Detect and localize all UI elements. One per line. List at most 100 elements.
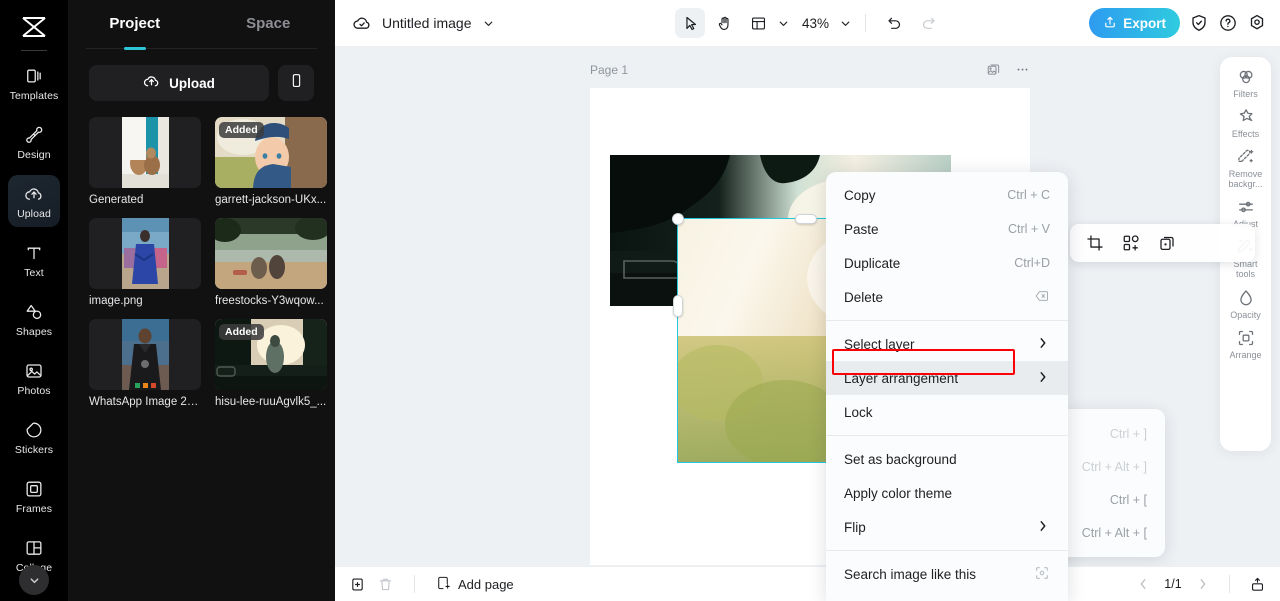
text-icon [24, 242, 44, 264]
cloud-saved-icon[interactable] [352, 13, 372, 33]
panel-tab-space[interactable]: Space [202, 0, 336, 48]
submenu-item-shortcut: Ctrl + Alt + ] [1081, 459, 1147, 474]
context-menu-item-copy[interactable]: Copy Ctrl + C [826, 178, 1068, 212]
context-menu-item-lock[interactable]: Lock [826, 395, 1068, 429]
duplicate-page-icon[interactable] [349, 576, 366, 593]
topbar-center-group: 43% [675, 8, 943, 38]
document-title[interactable]: Untitled image [382, 15, 472, 31]
upload-from-phone-button[interactable] [278, 65, 314, 101]
help-question-circle-icon[interactable] [1218, 13, 1238, 33]
document-title-chevron-down-icon[interactable] [482, 17, 495, 30]
left-icon-rail: Templates Design Upload Text Shapes Photos Sti… [0, 0, 68, 601]
right-tool-removebackgr[interactable]: Remove backgr... [1220, 147, 1271, 189]
asset-item[interactable]: WhatsApp Image 20... [89, 319, 201, 408]
asset-item[interactable]: Added garrett-jackson-UKx... [215, 117, 327, 206]
asset-thumbnail[interactable]: Added [215, 319, 327, 390]
rail-item-label: Stickers [14, 443, 54, 456]
asset-item[interactable]: Generated [89, 117, 201, 206]
crop-icon[interactable] [1086, 234, 1104, 252]
rail-item-label: Design [17, 148, 51, 161]
export-button-label: Export [1123, 15, 1166, 31]
capcut-logo-icon[interactable] [17, 14, 51, 40]
export-button[interactable]: Export [1089, 8, 1180, 38]
context-menu-item-paste[interactable]: Paste Ctrl + V [826, 212, 1068, 246]
rail-item-stickers[interactable]: Stickers [8, 411, 60, 463]
add-page-icon [435, 575, 451, 594]
context-menu-item-label: Duplicate [844, 255, 901, 271]
zoom-level[interactable]: 43% [802, 16, 829, 31]
right-tool-opacity[interactable]: Opacity [1220, 288, 1271, 320]
context-menu-item-layer-arrangement[interactable]: Layer arrangement [826, 349, 1068, 395]
rail-item-photos[interactable]: Photos [8, 352, 60, 404]
rail-item-shapes[interactable]: Shapes [8, 293, 60, 345]
select-tool-button[interactable] [675, 8, 705, 38]
canvas-area[interactable]: Page 1 Ctrl +] Ctrl + Alt +] Ctrl + [… [335, 47, 1280, 566]
context-menu-item-duplicate[interactable]: Duplicate Ctrl+D [826, 246, 1068, 280]
right-tool-filters[interactable]: Filters [1220, 67, 1271, 99]
asset-thumbnail[interactable]: Added [215, 117, 327, 188]
asset-item[interactable]: image.png [89, 218, 201, 307]
context-menu-item-select-layer[interactable]: Select layer [826, 327, 1068, 361]
mobile-phone-icon [289, 73, 304, 93]
duplicate-image-icon[interactable] [986, 62, 1001, 77]
cutout-shapes-icon[interactable] [1122, 234, 1140, 252]
rail-item-list: Templates Design Upload Text Shapes Photos Sti… [0, 57, 68, 588]
page-label: Page 1 [590, 62, 629, 77]
asset-thumbnail[interactable] [215, 218, 327, 289]
right-tool-label: Filters [1233, 89, 1258, 99]
bottombar-right-group: 1/1 [1136, 575, 1266, 593]
context-menu-item-label: Lock [844, 404, 873, 420]
context-menu-item-set-as-background[interactable]: Set as background [826, 442, 1068, 476]
effects-star-icon [1236, 107, 1256, 127]
settings-gear-icon[interactable] [1247, 13, 1267, 33]
next-page-chevron-right-icon[interactable] [1196, 577, 1210, 591]
context-menu-item-label: Set as background [844, 451, 957, 467]
rail-item-templates[interactable]: Templates [8, 57, 60, 109]
undo-arrow-icon[interactable] [879, 8, 909, 38]
adjust-sliders-icon [1236, 197, 1256, 217]
asset-thumbnail[interactable] [89, 319, 201, 390]
right-tool-arrange[interactable]: Arrange [1220, 328, 1271, 360]
prev-page-chevron-left-icon[interactable] [1136, 577, 1150, 591]
zoom-chevron-down-icon[interactable] [839, 17, 852, 30]
layout-chevron-down-icon[interactable] [777, 17, 790, 30]
add-page-button[interactable]: Add page [435, 575, 514, 594]
rail-item-text[interactable]: Text [8, 234, 60, 286]
context-menu-item-apply-color-theme[interactable]: Apply color theme [826, 476, 1068, 510]
asset-caption: freestocks-Y3wqow... [215, 295, 324, 307]
rail-collapse-chevron-down-icon[interactable] [19, 565, 49, 595]
right-tool-effects[interactable]: Effects [1220, 107, 1271, 139]
rail-item-design[interactable]: Design [8, 116, 60, 168]
rail-item-label: Shapes [15, 325, 53, 338]
upload-button-label: Upload [169, 75, 215, 91]
layout-tool-button[interactable] [743, 8, 773, 38]
context-menu-item-label: Copy [844, 187, 876, 203]
context-menu-item-delete[interactable]: Delete [826, 280, 1068, 314]
design-icon [24, 124, 44, 146]
asset-thumbnail[interactable] [89, 218, 201, 289]
shield-check-icon[interactable] [1189, 13, 1209, 33]
present-icon[interactable] [1249, 576, 1266, 593]
rail-item-upload[interactable]: Upload [8, 175, 60, 227]
asset-item[interactable]: freestocks-Y3wqow... [215, 218, 327, 307]
app-root: Templates Design Upload Text Shapes Photos Sti… [0, 0, 1280, 601]
upload-button[interactable]: Upload [89, 65, 269, 101]
panel-tab-project[interactable]: Project [68, 0, 202, 48]
asset-thumbnail[interactable] [89, 117, 201, 188]
delete-page-trash-icon[interactable] [377, 576, 394, 593]
photos-icon [24, 360, 44, 382]
context-menu-item-flip[interactable]: Flip [826, 510, 1068, 544]
chevron-right-icon [1036, 519, 1050, 536]
bottombar-divider-right [1229, 575, 1230, 593]
rail-item-frames[interactable]: Frames [8, 470, 60, 522]
opacity-drop-icon [1236, 288, 1256, 308]
context-menu-item-shortcut: Ctrl + C [1007, 188, 1050, 202]
hand-tool-button[interactable] [709, 8, 739, 38]
page-more-horizontal-icon[interactable] [1015, 62, 1030, 77]
backspace-key-icon [1034, 288, 1050, 307]
copy-icon[interactable] [1158, 234, 1176, 252]
stickers-icon [24, 419, 44, 441]
asset-item[interactable]: Added hisu-lee-ruuAgvlk5_... [215, 319, 327, 408]
context-menu-item-search-image-like-this[interactable]: Search image like this [826, 557, 1068, 591]
asset-caption: hisu-lee-ruuAgvlk5_... [215, 396, 327, 408]
